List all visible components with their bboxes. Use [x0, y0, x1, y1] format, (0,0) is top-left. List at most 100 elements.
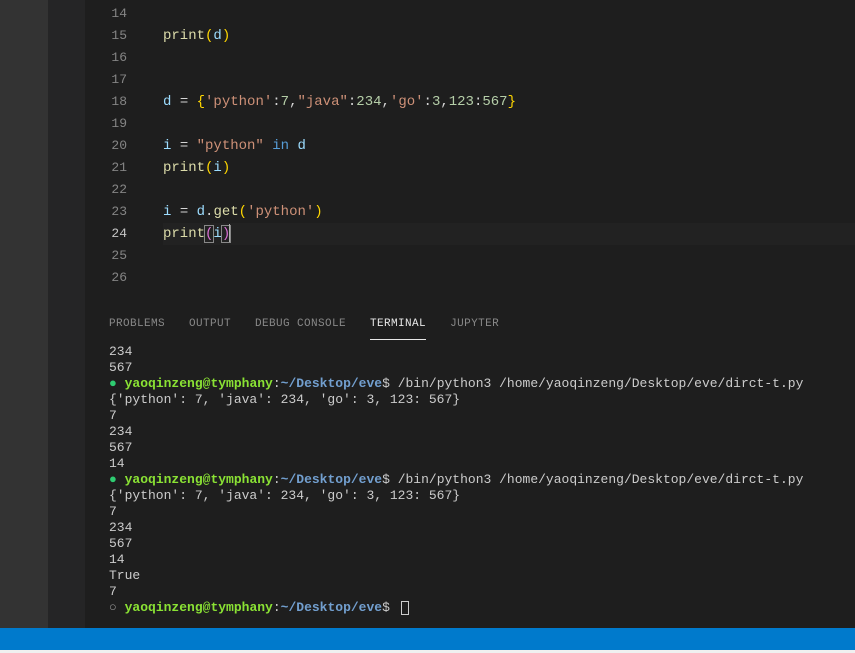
code-token: "python" — [197, 138, 264, 154]
code-token: 567 — [482, 94, 507, 110]
text-cursor — [229, 224, 230, 242]
panel-tab-problems[interactable]: PROBLEMS — [109, 308, 165, 340]
line-number: 22 — [85, 179, 127, 201]
code-line[interactable]: i = "python" in d — [163, 135, 855, 157]
code-token: : — [424, 94, 432, 110]
code-line[interactable] — [163, 69, 855, 91]
panel-tab-debug-console[interactable]: DEBUG CONSOLE — [255, 308, 346, 340]
terminal-cwd: ~/Desktop/eve — [281, 376, 382, 391]
code-line[interactable] — [163, 113, 855, 135]
terminal-line: 567 — [109, 360, 845, 376]
terminal-dollar: $ — [382, 376, 398, 391]
terminal-cursor — [401, 601, 409, 615]
code-line[interactable] — [163, 267, 855, 289]
panel-tabs: PROBLEMS OUTPUT DEBUG CONSOLE TERMINAL JUPYT… — [85, 308, 855, 340]
terminal-user: yaoqinzeng — [125, 376, 203, 391]
terminal-host: tymphany — [210, 376, 272, 391]
terminal-user: yaoqinzeng — [125, 472, 203, 487]
line-number: 14 — [85, 3, 127, 25]
terminal-cwd: ~/Desktop/eve — [281, 600, 382, 615]
code-token: , — [382, 94, 390, 110]
terminal-dollar: $ — [382, 472, 398, 487]
line-number: 15 — [85, 25, 127, 47]
sidebar-panel — [48, 0, 85, 308]
code-line[interactable]: d = {'python':7,"java":234,'go':3,123:56… — [163, 91, 855, 113]
status-bar[interactable] — [0, 628, 855, 650]
terminal-sep: : — [273, 472, 281, 487]
terminal-sep: : — [273, 376, 281, 391]
terminal-line: 14 — [109, 552, 845, 568]
code-token: 7 — [281, 94, 289, 110]
terminal-line: True — [109, 568, 845, 584]
terminal-line: 7 — [109, 504, 845, 520]
code-token: d — [197, 204, 205, 220]
terminal-host: tymphany — [210, 600, 272, 615]
code-line[interactable] — [163, 245, 855, 267]
terminal-dollar: $ — [382, 600, 398, 615]
code-token: d — [297, 138, 305, 154]
code-token: d — [213, 28, 221, 44]
line-number: 17 — [85, 69, 127, 91]
prompt-dot-green-icon: ● — [109, 376, 125, 391]
code-token: ) — [222, 28, 230, 44]
terminal-command: /bin/python3 /home/yaoqinzeng/Desktop/ev… — [398, 472, 804, 487]
code-content[interactable]: print(d)d = {'python':7,"java":234,'go':… — [145, 0, 855, 308]
terminal-line: {'python': 7, 'java': 234, 'go': 3, 123:… — [109, 488, 845, 504]
terminal-line: 234 — [109, 424, 845, 440]
code-token: i — [213, 160, 221, 176]
code-token: = — [180, 138, 188, 154]
code-token — [188, 138, 196, 154]
code-token: in — [272, 138, 289, 154]
terminal-host: tymphany — [210, 472, 272, 487]
code-line[interactable] — [163, 47, 855, 69]
terminal-line: 7 — [109, 584, 845, 600]
terminal-line: 567 — [109, 536, 845, 552]
code-token: 123 — [449, 94, 474, 110]
code-token: ) — [222, 160, 230, 176]
terminal-prompt-line[interactable]: ● yaoqinzeng@tymphany:~/Desktop/eve$ /bi… — [109, 472, 845, 488]
terminal-line: 14 — [109, 456, 845, 472]
code-line[interactable] — [163, 3, 855, 25]
code-token: { — [197, 94, 205, 110]
code-token — [188, 204, 196, 220]
terminal-line: 567 — [109, 440, 845, 456]
code-token: ( — [239, 204, 247, 220]
code-editor[interactable]: 14151617181920212223242526 print(d)d = {… — [85, 0, 855, 308]
code-token — [264, 138, 272, 154]
code-line[interactable] — [163, 179, 855, 201]
line-number: 19 — [85, 113, 127, 135]
activity-bar-lower[interactable] — [0, 308, 48, 628]
panel-tab-output[interactable]: OUTPUT — [189, 308, 231, 340]
code-line[interactable]: print(i) — [163, 223, 855, 245]
terminal-sep: : — [273, 600, 281, 615]
code-token: = — [180, 94, 188, 110]
sidebar-panel-lower — [48, 308, 85, 628]
code-token: 'python' — [205, 94, 272, 110]
terminal-output[interactable]: 234567● yaoqinzeng@tymphany:~/Desktop/ev… — [85, 340, 855, 628]
terminal-prompt-line[interactable]: ○ yaoqinzeng@tymphany:~/Desktop/eve$ — [109, 600, 845, 616]
code-token — [171, 138, 179, 154]
code-token — [171, 204, 179, 220]
code-line[interactable]: i = d.get('python') — [163, 201, 855, 223]
terminal-user: yaoqinzeng — [125, 600, 203, 615]
panel-tab-terminal[interactable]: TERMINAL — [370, 308, 426, 340]
prompt-dot-grey-icon: ○ — [109, 600, 125, 615]
panel-tab-jupyter[interactable]: JUPYTER — [450, 308, 499, 340]
code-token: = — [180, 204, 188, 220]
line-number: 16 — [85, 47, 127, 69]
code-line[interactable]: print(d) — [163, 25, 855, 47]
terminal-line: 234 — [109, 520, 845, 536]
line-number: 21 — [85, 157, 127, 179]
code-token: print — [163, 160, 205, 176]
activity-bar[interactable] — [0, 0, 48, 308]
terminal-prompt-line[interactable]: ● yaoqinzeng@tymphany:~/Desktop/eve$ /bi… — [109, 376, 845, 392]
terminal-line: 7 — [109, 408, 845, 424]
code-token: "java" — [297, 94, 347, 110]
code-line[interactable]: print(i) — [163, 157, 855, 179]
terminal-cwd: ~/Desktop/eve — [281, 472, 382, 487]
line-number: 23 — [85, 201, 127, 223]
code-token: ) — [314, 204, 322, 220]
terminal-command: /bin/python3 /home/yaoqinzeng/Desktop/ev… — [398, 376, 804, 391]
code-token: get — [213, 204, 238, 220]
code-token — [188, 94, 196, 110]
